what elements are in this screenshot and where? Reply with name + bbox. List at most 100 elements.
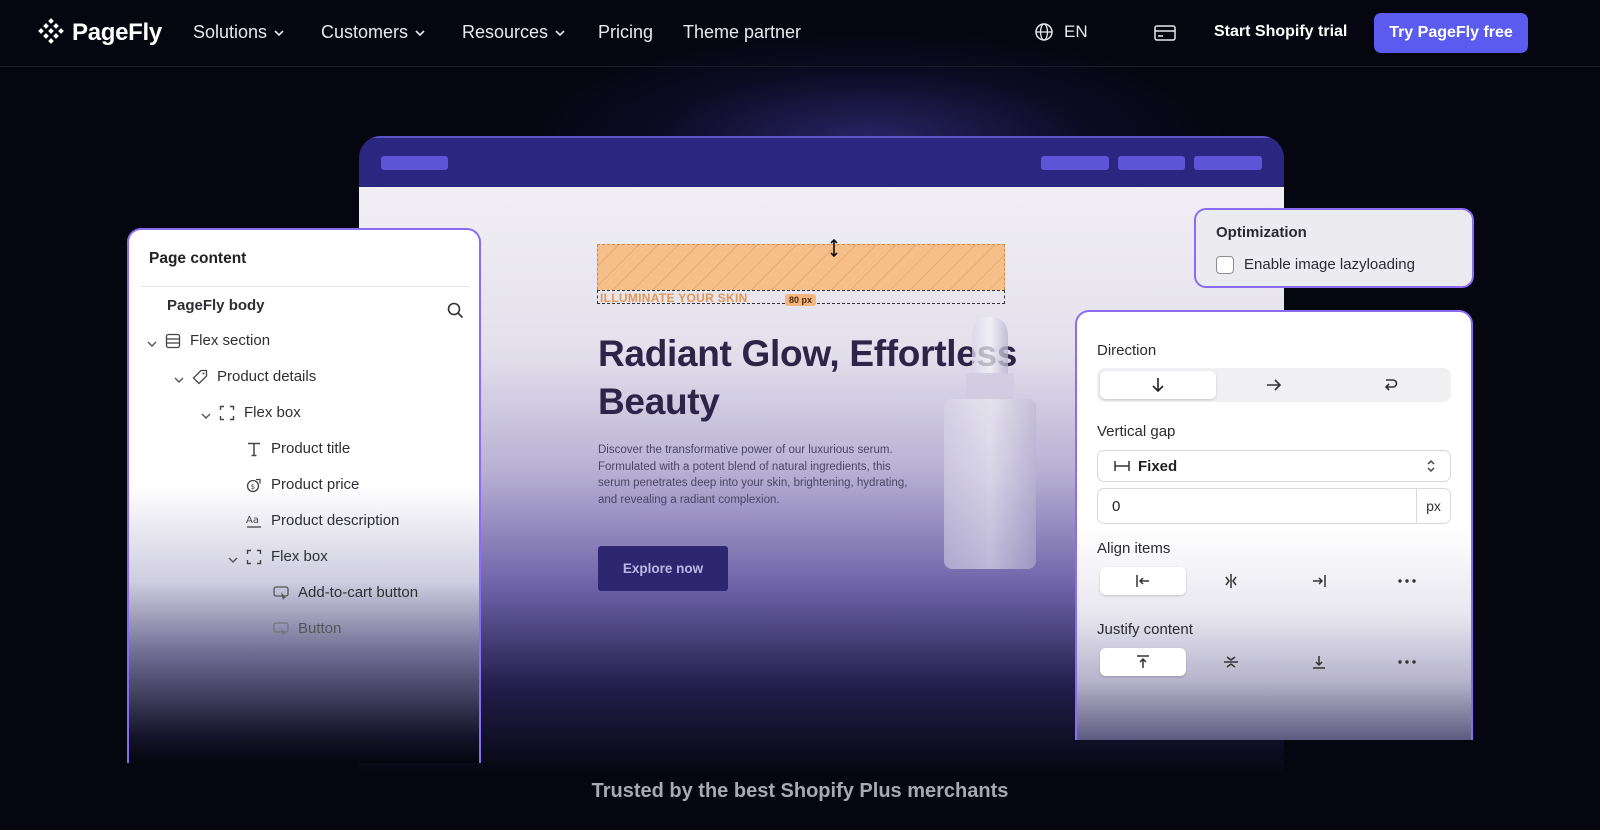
arrow-right-icon	[1267, 379, 1282, 391]
search-icon[interactable]	[447, 302, 464, 319]
chevron-down-icon	[555, 29, 565, 36]
chevron-down-icon[interactable]	[173, 374, 185, 386]
language-label: EN	[1064, 22, 1088, 41]
nav-label: Resources	[462, 22, 549, 42]
nav-resources[interactable]: Resources	[462, 22, 566, 43]
tree-label: Flex section	[190, 332, 271, 349]
spacing-size-tag: 80 px	[785, 294, 817, 306]
tree-item-flex-box[interactable]: Flex box	[219, 404, 301, 421]
gap-mode-select[interactable]: Fixed	[1097, 450, 1451, 482]
text-icon	[248, 442, 260, 456]
tree-label: PageFly body	[167, 297, 265, 314]
nav-label: Theme partner	[683, 22, 802, 42]
align-center-icon	[1225, 574, 1237, 588]
top-navigation: PageFly Solutions Customers Resources Pr…	[0, 0, 1600, 67]
optimization-panel: Optimization Enable image lazyloading	[1194, 208, 1474, 288]
gap-value-input[interactable]: 0 px	[1097, 488, 1451, 524]
description-icon: Aa	[246, 515, 261, 528]
gap-value: 0	[1112, 497, 1121, 515]
more-horizontal-icon	[1398, 579, 1416, 583]
justify-more-button[interactable]	[1364, 648, 1450, 676]
serum-bottle-image	[944, 317, 1036, 569]
tree-root[interactable]: PageFly body	[167, 297, 265, 314]
align-center-button[interactable]	[1188, 567, 1274, 595]
header-placeholder	[381, 156, 448, 170]
language-selector[interactable]: EN	[1034, 22, 1088, 42]
align-more-button[interactable]	[1364, 567, 1450, 595]
vertical-gap-label: Vertical gap	[1097, 423, 1176, 440]
lazyload-label: Enable image lazyloading	[1244, 256, 1415, 273]
align-start-icon	[1136, 575, 1149, 587]
hero-description: Discover the transformative power of our…	[598, 444, 908, 506]
header-placeholder	[1194, 156, 1262, 170]
gap-unit: px	[1416, 489, 1450, 523]
justify-end-button[interactable]	[1276, 648, 1362, 676]
panel-title: Page content	[149, 250, 247, 267]
layout-settings-panel: Direction Vertical gap Fixed 0 px Align …	[1075, 310, 1473, 740]
chevron-down-icon[interactable]	[200, 410, 212, 422]
chevron-down-icon[interactable]	[146, 338, 158, 350]
tag-icon	[192, 369, 208, 384]
tree-item-flex-box-nested[interactable]: Flex box	[246, 548, 328, 565]
nav-solutions[interactable]: Solutions	[193, 22, 285, 43]
tree-item-product-details[interactable]: Product details	[192, 368, 316, 385]
pagefly-logo-icon	[38, 18, 64, 44]
try-pagefly-free-button[interactable]: Try PageFly free	[1374, 13, 1528, 53]
spacing-highlight[interactable]	[597, 244, 1005, 290]
tree-label: Product title	[271, 440, 351, 457]
nav-theme-partner[interactable]: Theme partner	[683, 22, 801, 43]
cart-button-icon	[273, 585, 289, 600]
trusted-merchants-text: Trusted by the best Shopify Plus merchan…	[591, 780, 1009, 802]
align-items-label: Align items	[1097, 540, 1171, 557]
justify-center-button[interactable]	[1188, 648, 1274, 676]
tree-label: Flex box	[244, 404, 301, 421]
brand-logo[interactable]: PageFly	[36, 18, 162, 48]
globe-icon	[1035, 23, 1053, 41]
svg-text:Aa: Aa	[246, 515, 259, 526]
direction-horizontal-button[interactable]	[1216, 371, 1332, 399]
tree-label: Add-to-cart button	[298, 584, 419, 601]
align-items-control	[1097, 564, 1451, 596]
nav-label: Pricing	[598, 22, 654, 42]
direction-segmented-control	[1097, 368, 1451, 402]
width-fixed-icon	[1114, 461, 1130, 471]
tree-item-add-to-cart[interactable]: Add-to-cart button	[273, 584, 418, 601]
tree-label: Product details	[217, 368, 317, 385]
direction-label: Direction	[1097, 342, 1157, 359]
direction-vertical-button[interactable]	[1100, 371, 1216, 399]
gap-mode-value: Fixed	[1138, 457, 1178, 475]
justify-start-icon	[1137, 655, 1149, 668]
flexbox-icon	[219, 405, 235, 420]
nav-pricing[interactable]: Pricing	[598, 22, 653, 43]
lazyload-checkbox[interactable]	[1216, 256, 1234, 274]
chevron-updown-icon	[1427, 459, 1435, 473]
tree-item-product-description[interactable]: Aa Product description	[246, 512, 399, 529]
tree-item-flex-section[interactable]: Flex section	[165, 332, 270, 349]
justify-content-control	[1097, 645, 1451, 677]
chevron-down-icon[interactable]	[227, 554, 239, 566]
tree-item-product-title[interactable]: Product title	[246, 440, 350, 457]
tree-item-product-price[interactable]: $ Product price	[246, 476, 359, 493]
align-start-button[interactable]	[1100, 567, 1186, 595]
tree-label: Product description	[271, 512, 400, 529]
nav-customers[interactable]: Customers	[321, 22, 426, 43]
more-horizontal-icon	[1398, 660, 1416, 664]
chevron-down-icon	[274, 29, 284, 36]
tree-label: Flex box	[271, 548, 328, 565]
credit-card-icon[interactable]	[1154, 24, 1176, 42]
section-icon	[165, 333, 181, 348]
direction-wrap-button[interactable]	[1332, 371, 1448, 399]
svg-text:$: $	[251, 483, 255, 491]
chevron-down-icon	[415, 29, 425, 36]
start-shopify-trial-link[interactable]: Start Shopify trial	[1214, 23, 1347, 41]
tree-item-button[interactable]: Button	[273, 620, 341, 637]
align-end-button[interactable]	[1276, 567, 1362, 595]
arrow-down-icon	[1152, 378, 1164, 393]
justify-start-button[interactable]	[1100, 648, 1186, 676]
nav-label: Solutions	[193, 22, 268, 42]
resize-vertical-icon[interactable]	[829, 239, 839, 257]
eyebrow-text: ILLUMINATE YOUR SKIN	[600, 291, 748, 305]
explore-now-button[interactable]: Explore now	[598, 546, 728, 591]
divider	[141, 286, 469, 287]
tree-label: Button	[298, 620, 342, 637]
